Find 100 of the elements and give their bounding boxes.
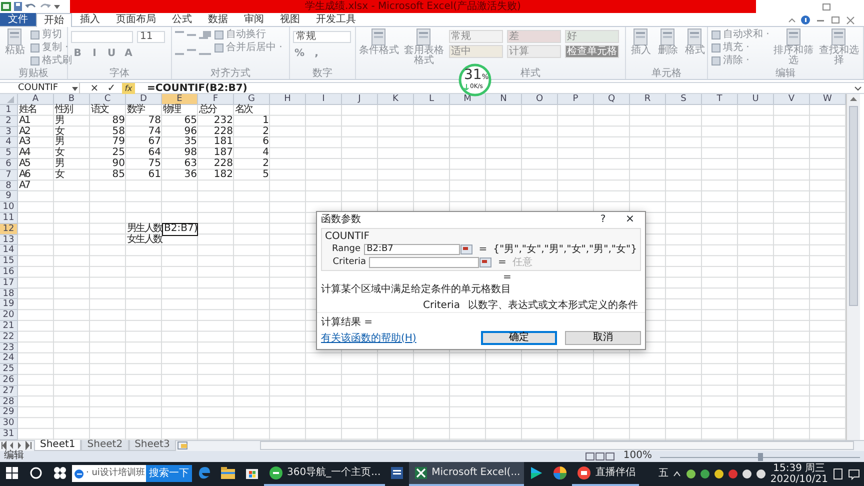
- column-header[interactable]: O: [522, 94, 558, 105]
- row-header[interactable]: 11: [0, 212, 18, 224]
- row-header[interactable]: 27: [0, 386, 18, 397]
- column-header[interactable]: E: [162, 94, 198, 105]
- formula-button[interactable]: ✓: [105, 82, 118, 94]
- sheet-tab[interactable]: Sheet3: [128, 440, 176, 452]
- column-header[interactable]: U: [738, 94, 774, 105]
- row-header[interactable]: 19: [0, 299, 18, 310]
- row-header[interactable]: 7: [0, 170, 18, 181]
- pinwheel-icon[interactable]: [52, 464, 68, 481]
- input-method-indicator[interactable]: 五: [658, 468, 668, 480]
- notes-icon[interactable]: [832, 468, 844, 480]
- row-header[interactable]: 22: [0, 332, 18, 343]
- column-header[interactable]: S: [666, 94, 702, 105]
- tray-icon[interactable]: [700, 468, 710, 479]
- row-header[interactable]: 24: [0, 353, 18, 364]
- taskbar-app[interactable]: Microsoft Excel(...: [408, 462, 524, 486]
- help-button[interactable]: ?: [595, 212, 611, 227]
- row-header[interactable]: 2: [0, 116, 18, 127]
- row-header[interactable]: 9: [0, 191, 18, 202]
- column-header[interactable]: D: [126, 94, 162, 105]
- column-header[interactable]: G: [234, 94, 270, 105]
- dropdown-field[interactable]: 常规: [293, 31, 351, 43]
- ribbon-tab[interactable]: 开始: [36, 13, 72, 27]
- column-header[interactable]: V: [774, 94, 810, 105]
- search-field[interactable]: · ui设计培训班: [72, 465, 146, 482]
- row-header[interactable]: 13: [0, 234, 18, 246]
- column-header[interactable]: W: [810, 94, 846, 105]
- row-header[interactable]: 28: [0, 396, 18, 408]
- close-icon[interactable]: [845, 14, 856, 26]
- column-header[interactable]: Q: [594, 94, 630, 105]
- dialog-button[interactable]: 取消: [565, 331, 641, 345]
- row-header[interactable]: 4: [0, 137, 18, 148]
- taskbar-app[interactable]: 360导航_一个主页...: [264, 462, 385, 486]
- column-header[interactable]: J: [342, 94, 378, 105]
- notification-icon[interactable]: [848, 468, 860, 480]
- save-icon[interactable]: [12, 1, 24, 12]
- tray-icon[interactable]: [742, 468, 752, 479]
- ribbon-tab[interactable]: 审阅: [236, 13, 272, 26]
- row-header[interactable]: 30: [0, 418, 18, 429]
- sheet-tab[interactable]: Sheet2: [81, 440, 129, 452]
- help-icon[interactable]: [800, 14, 811, 26]
- column-header[interactable]: H: [270, 94, 306, 105]
- column-header[interactable]: I: [306, 94, 342, 105]
- row-header[interactable]: 26: [0, 374, 18, 386]
- column-header[interactable]: R: [630, 94, 666, 105]
- clock-date[interactable]: 2020/10/21: [770, 474, 828, 485]
- column-header[interactable]: B: [54, 94, 90, 105]
- row-header[interactable]: 25: [0, 364, 18, 375]
- ribbon-tab[interactable]: 插入: [72, 13, 108, 26]
- row-header[interactable]: 6: [0, 158, 18, 170]
- row-header[interactable]: 21: [0, 320, 18, 332]
- row-header[interactable]: 3: [0, 126, 18, 138]
- formula-field[interactable]: =COUNTIF(B2:B7): [143, 82, 248, 94]
- row-header[interactable]: 29: [0, 407, 18, 418]
- column-header[interactable]: F: [198, 94, 234, 105]
- row-header[interactable]: 14: [0, 245, 18, 256]
- taskbar-app[interactable]: 直播伴侣: [572, 462, 640, 486]
- view-mode-icon[interactable]: [585, 452, 616, 461]
- column-header[interactable]: K: [378, 94, 414, 105]
- search-button[interactable]: 搜索一下: [146, 465, 192, 482]
- column-header[interactable]: L: [414, 94, 450, 105]
- search-icon[interactable]: [28, 464, 44, 481]
- collapse-icon[interactable]: [460, 244, 473, 254]
- row-header[interactable]: 15: [0, 256, 18, 267]
- row-header[interactable]: 5: [0, 148, 18, 159]
- formula-button[interactable]: ×: [88, 82, 101, 94]
- windows-icon[interactable]: [4, 464, 20, 481]
- row-header[interactable]: 1: [0, 105, 18, 116]
- column-header[interactable]: N: [486, 94, 522, 105]
- argument-field[interactable]: B2:B7: [364, 244, 460, 254]
- ribbon-tab[interactable]: 视图: [272, 13, 308, 26]
- help-link[interactable]: 有关该函数的帮助(H): [321, 332, 416, 344]
- clock-time[interactable]: 15:39 周三: [773, 462, 826, 474]
- editing-cell[interactable]: B2:B7): [162, 222, 198, 236]
- ribbon-tab[interactable]: 页面布局: [108, 13, 164, 26]
- formula-button[interactable]: fx: [122, 82, 135, 94]
- row-header[interactable]: 31: [0, 428, 18, 440]
- excel-icon[interactable]: [0, 1, 12, 12]
- column-header[interactable]: A: [18, 94, 54, 105]
- ribbon-tab[interactable]: 数据: [200, 13, 236, 26]
- row-header[interactable]: 20: [0, 310, 18, 321]
- close-button[interactable]: ×: [623, 211, 637, 228]
- tray-icon[interactable]: [686, 468, 696, 479]
- restore-icon[interactable]: [830, 14, 841, 26]
- row-header[interactable]: 16: [0, 266, 18, 278]
- ribbon-tab[interactable]: 开发工具: [308, 13, 364, 26]
- column-header[interactable]: T: [702, 94, 738, 105]
- row-header[interactable]: 12: [0, 224, 18, 235]
- row-header[interactable]: 17: [0, 278, 18, 289]
- column-header[interactable]: P: [558, 94, 594, 105]
- tray-icon[interactable]: [756, 468, 766, 479]
- row-header[interactable]: 18: [0, 288, 18, 300]
- scroll-thumb[interactable]: [849, 106, 858, 306]
- row-header[interactable]: 23: [0, 342, 18, 354]
- ribbon-tab[interactable]: 文件: [0, 13, 36, 26]
- slider-thumb[interactable]: [758, 452, 762, 461]
- insert-sheet-icon[interactable]: [176, 441, 190, 450]
- argument-field[interactable]: [369, 256, 479, 268]
- column-header[interactable]: M: [450, 94, 486, 105]
